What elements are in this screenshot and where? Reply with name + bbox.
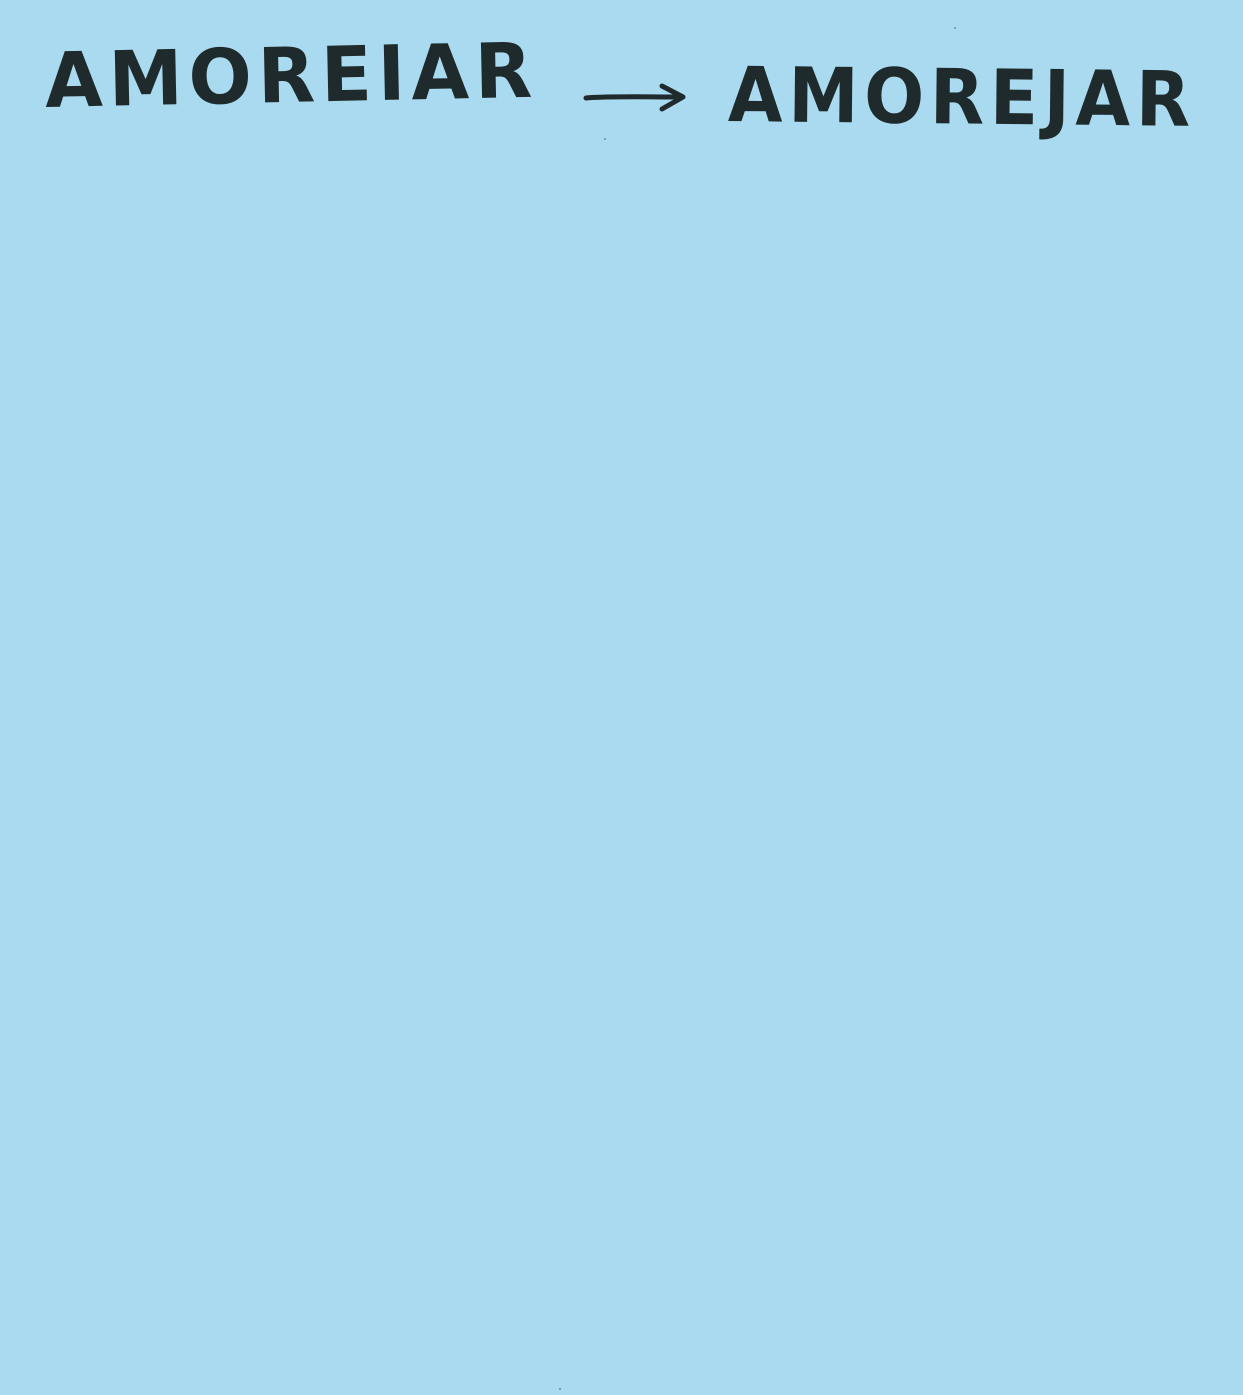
- paper-speck: [954, 27, 956, 29]
- original-word: AMOREIAR: [44, 25, 539, 125]
- paper-speck: [604, 138, 606, 140]
- sticky-note: AMOREIAR AMOREJAR: [0, 0, 1243, 1395]
- right-arrow-icon: [583, 83, 686, 112]
- handwritten-correction: AMOREIAR AMOREJAR: [40, 26, 1210, 196]
- paper-speck: [559, 1388, 561, 1390]
- corrected-word: AMOREJAR: [727, 50, 1197, 144]
